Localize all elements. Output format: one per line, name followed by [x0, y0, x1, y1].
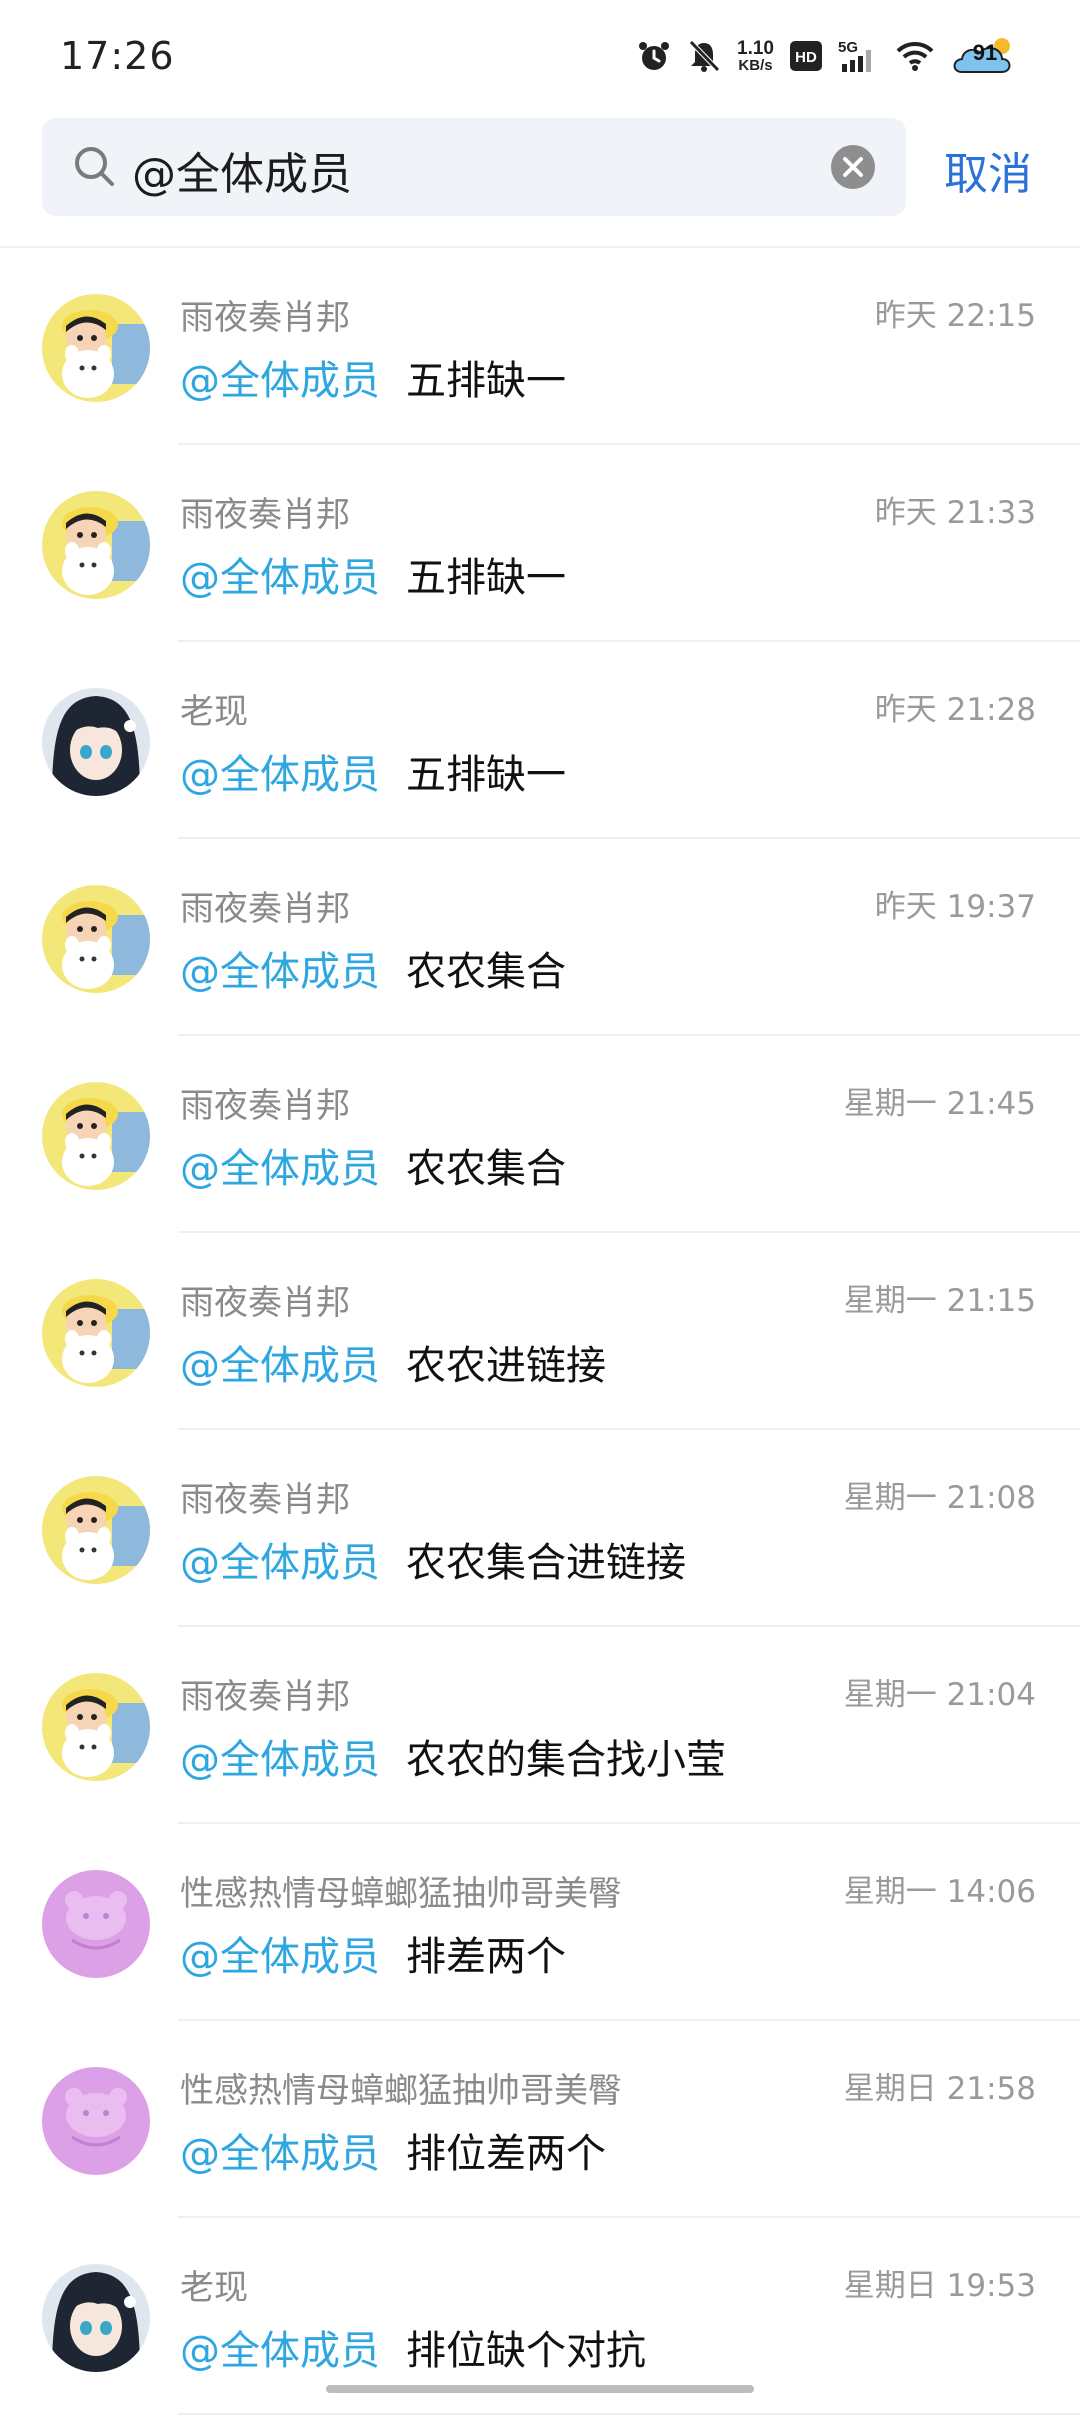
- search-result-row[interactable]: 雨夜奏肖邦 昨天 22:15 @全体成员 五排缺一: [0, 248, 1080, 445]
- avatar[interactable]: [42, 885, 150, 993]
- search-row: @全体成员 取消: [0, 118, 1080, 218]
- mention-tag: @全体成员: [180, 949, 380, 995]
- mention-tag: @全体成员: [180, 1343, 380, 1389]
- mute-icon: [687, 39, 721, 73]
- search-icon: [75, 147, 114, 186]
- search-query[interactable]: @全体成员: [132, 138, 352, 202]
- search-result-row[interactable]: 雨夜奏肖邦 星期一 21:45 @全体成员 农农集合: [0, 1036, 1080, 1233]
- sender-name: 雨夜奏肖邦: [180, 298, 350, 338]
- search-result-row[interactable]: 雨夜奏肖邦 星期一 21:04 @全体成员 农农的集合找小莹: [0, 1627, 1080, 1824]
- search-results-list: 雨夜奏肖邦 昨天 22:15 @全体成员 五排缺一 雨夜奏肖邦 昨天 21:33 @全体成员…: [0, 246, 1080, 2415]
- message-time: 星期日 19:53: [843, 2268, 1036, 2304]
- message-text: @全体成员 农农的集合找小莹: [180, 1727, 726, 1785]
- message-body: 农农集合: [406, 949, 566, 995]
- sender-name: 雨夜奏肖邦: [180, 1480, 350, 1520]
- message-body: 农农集合: [406, 1146, 566, 1192]
- message-text: @全体成员 排位缺个对抗: [180, 2318, 646, 2376]
- message-time: 星期一 14:06: [843, 1874, 1036, 1910]
- mention-tag: @全体成员: [180, 1540, 380, 1586]
- message-text: @全体成员 农农集合进链接: [180, 1530, 686, 1588]
- avatar[interactable]: [42, 1476, 150, 1584]
- avatar[interactable]: [42, 1673, 150, 1781]
- sender-name: 雨夜奏肖邦: [180, 889, 350, 929]
- sender-name: 性感热情母蟑螂猛抽帅哥美臀: [180, 2071, 622, 2111]
- avatar[interactable]: [42, 294, 150, 402]
- weather-icon: 91: [950, 34, 1020, 78]
- cancel-button[interactable]: 取消: [944, 138, 1032, 202]
- sender-name: 老现: [180, 692, 248, 732]
- message-text: @全体成员 排位差两个: [180, 2121, 606, 2179]
- net-speed-value: 1.10: [737, 38, 774, 59]
- signal-icon: 5G: [838, 38, 880, 74]
- avatar[interactable]: [42, 491, 150, 599]
- message-time: 昨天 22:15: [874, 298, 1036, 334]
- message-body: 排差两个: [406, 1934, 566, 1980]
- status-icons: 1.10 KB/s HD 5G 91: [637, 30, 1020, 82]
- mention-tag: @全体成员: [180, 2328, 380, 2374]
- sender-name: 雨夜奏肖邦: [180, 1283, 350, 1323]
- hd-label: HD: [795, 49, 817, 66]
- sender-name: 性感热情母蟑螂猛抽帅哥美臀: [180, 1874, 622, 1914]
- message-body: 农农的集合找小莹: [406, 1737, 726, 1783]
- alarm-icon: [637, 39, 671, 73]
- message-time: 昨天 21:33: [874, 495, 1036, 531]
- message-time: 昨天 21:28: [874, 692, 1036, 728]
- sender-name: 老现: [180, 2268, 248, 2308]
- message-time: 昨天 19:37: [874, 889, 1036, 925]
- search-result-row[interactable]: 雨夜奏肖邦 昨天 19:37 @全体成员 农农集合: [0, 839, 1080, 1036]
- mention-tag: @全体成员: [180, 1146, 380, 1192]
- message-time: 星期一 21:04: [843, 1677, 1036, 1713]
- search-result-row[interactable]: 雨夜奏肖邦 昨天 21:33 @全体成员 五排缺一: [0, 445, 1080, 642]
- message-body: 农农进链接: [406, 1343, 606, 1389]
- home-indicator[interactable]: [326, 2385, 754, 2393]
- message-body: 五排缺一: [406, 752, 566, 798]
- net-speed-unit: KB/s: [738, 57, 773, 74]
- message-text: @全体成员 农农进链接: [180, 1333, 606, 1391]
- mention-tag: @全体成员: [180, 358, 380, 404]
- message-text: @全体成员 五排缺一: [180, 545, 566, 603]
- clear-icon[interactable]: [830, 144, 876, 190]
- mention-tag: @全体成员: [180, 555, 380, 601]
- message-time: 星期日 21:58: [843, 2071, 1036, 2107]
- avatar[interactable]: [42, 1870, 150, 1978]
- mention-tag: @全体成员: [180, 2131, 380, 2177]
- avatar[interactable]: [42, 2067, 150, 2175]
- message-text: @全体成员 排差两个: [180, 1924, 566, 1982]
- message-text: @全体成员 农农集合: [180, 939, 566, 997]
- weather-temp: 91: [972, 40, 998, 65]
- avatar[interactable]: [42, 1082, 150, 1190]
- avatar[interactable]: [42, 2264, 150, 2372]
- search-result-row[interactable]: 雨夜奏肖邦 星期一 21:15 @全体成员 农农进链接: [0, 1233, 1080, 1430]
- search-result-row[interactable]: 性感热情母蟑螂猛抽帅哥美臀 星期一 14:06 @全体成员 排差两个: [0, 1824, 1080, 2021]
- message-body: 五排缺一: [406, 555, 566, 601]
- network-label: 5G: [838, 39, 858, 56]
- sender-name: 雨夜奏肖邦: [180, 495, 350, 535]
- message-time: 星期一 21:15: [843, 1283, 1036, 1319]
- mention-tag: @全体成员: [180, 752, 380, 798]
- search-result-row[interactable]: 老现 昨天 21:28 @全体成员 五排缺一: [0, 642, 1080, 839]
- status-time: 17:26: [60, 34, 175, 78]
- status-bar: 17:26 1.10 KB/s HD 5G 91: [0, 0, 1080, 110]
- message-text: @全体成员 五排缺一: [180, 742, 566, 800]
- avatar[interactable]: [42, 688, 150, 796]
- message-text: @全体成员 五排缺一: [180, 348, 566, 406]
- message-time: 星期一 21:08: [843, 1480, 1036, 1516]
- wifi-icon: [896, 40, 934, 72]
- message-body: 农农集合进链接: [406, 1540, 686, 1586]
- search-result-row[interactable]: 性感热情母蟑螂猛抽帅哥美臀 星期日 21:58 @全体成员 排位差两个: [0, 2021, 1080, 2218]
- mention-tag: @全体成员: [180, 1934, 380, 1980]
- net-speed: 1.10 KB/s: [737, 39, 774, 73]
- message-body: 排位缺个对抗: [406, 2328, 646, 2374]
- search-input[interactable]: @全体成员: [42, 118, 906, 216]
- message-body: 五排缺一: [406, 358, 566, 404]
- hd-icon: HD: [790, 41, 822, 71]
- message-time: 星期一 21:45: [843, 1086, 1036, 1122]
- search-result-row[interactable]: 雨夜奏肖邦 星期一 21:08 @全体成员 农农集合进链接: [0, 1430, 1080, 1627]
- avatar[interactable]: [42, 1279, 150, 1387]
- sender-name: 雨夜奏肖邦: [180, 1086, 350, 1126]
- sender-name: 雨夜奏肖邦: [180, 1677, 350, 1717]
- message-body: 排位差两个: [406, 2131, 606, 2177]
- mention-tag: @全体成员: [180, 1737, 380, 1783]
- message-text: @全体成员 农农集合: [180, 1136, 566, 1194]
